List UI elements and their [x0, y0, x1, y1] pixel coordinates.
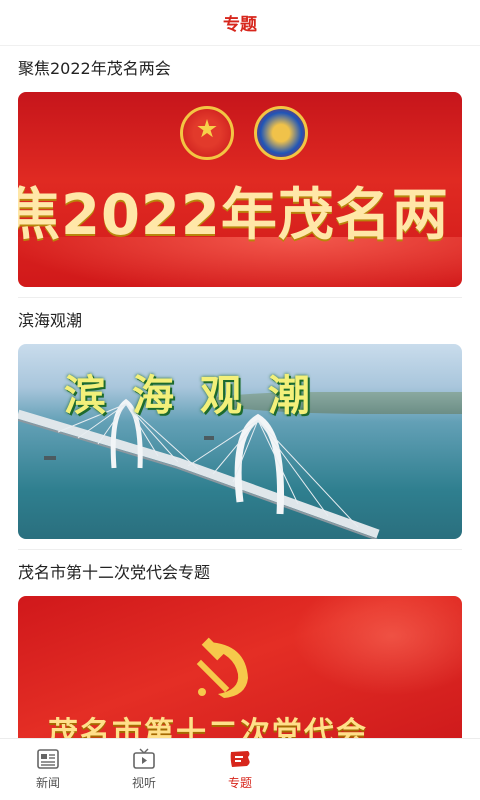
topic-title[interactable]: 茂名市第十二次党代会专题 [18, 550, 462, 596]
top-header: 专题 [0, 0, 480, 46]
topic-banner-party-congress[interactable]: 茂名市第十二次党代会 [18, 596, 462, 738]
tab-video[interactable]: 视听 [96, 739, 192, 800]
topic-card-lianghui[interactable]: 聚焦2022年茂名两会 焦2022年茂名两 [0, 46, 480, 298]
topic-card-binhai[interactable]: 滨海观潮 滨海观潮 [0, 298, 480, 550]
tab-label: 新闻 [35, 776, 60, 790]
newspaper-icon [37, 749, 59, 769]
tab-label: 专题 [227, 776, 252, 790]
hammer-sickle-icon [196, 637, 248, 698]
national-emblem-icon [180, 106, 234, 160]
tab-topics[interactable]: 专题 [192, 739, 288, 800]
topic-card-party-congress[interactable]: 茂名市第十二次党代会专题 茂名市第十二次党代会 [0, 550, 480, 738]
tab-news[interactable]: 新闻 [0, 739, 96, 800]
topic-banner-lianghui[interactable]: 焦2022年茂名两 [18, 92, 462, 287]
cppcc-emblem-icon [254, 106, 308, 160]
banner-text: 茂名市第十二次党代会 [48, 716, 368, 738]
bottom-tab-bar: 新闻 视听 专题 [0, 738, 480, 800]
topic-icon [230, 751, 250, 767]
topic-banner-binhai[interactable]: 滨海观潮 [18, 344, 462, 539]
page-title: 专题 [223, 15, 257, 35]
topic-list[interactable]: 聚焦2022年茂名两会 焦2022年茂名两 滨海观潮 滨海观潮 茂名市第十二次党… [0, 46, 480, 738]
topic-title[interactable]: 聚焦2022年茂名两会 [18, 46, 462, 92]
banner-text: 焦2022年茂名两 [18, 183, 449, 248]
tab-label: 视听 [131, 776, 156, 790]
banner-text: 滨海观潮 [64, 371, 337, 420]
flag-shine-decoration [292, 596, 462, 696]
topic-title[interactable]: 滨海观潮 [18, 298, 462, 344]
tv-icon [133, 748, 155, 769]
